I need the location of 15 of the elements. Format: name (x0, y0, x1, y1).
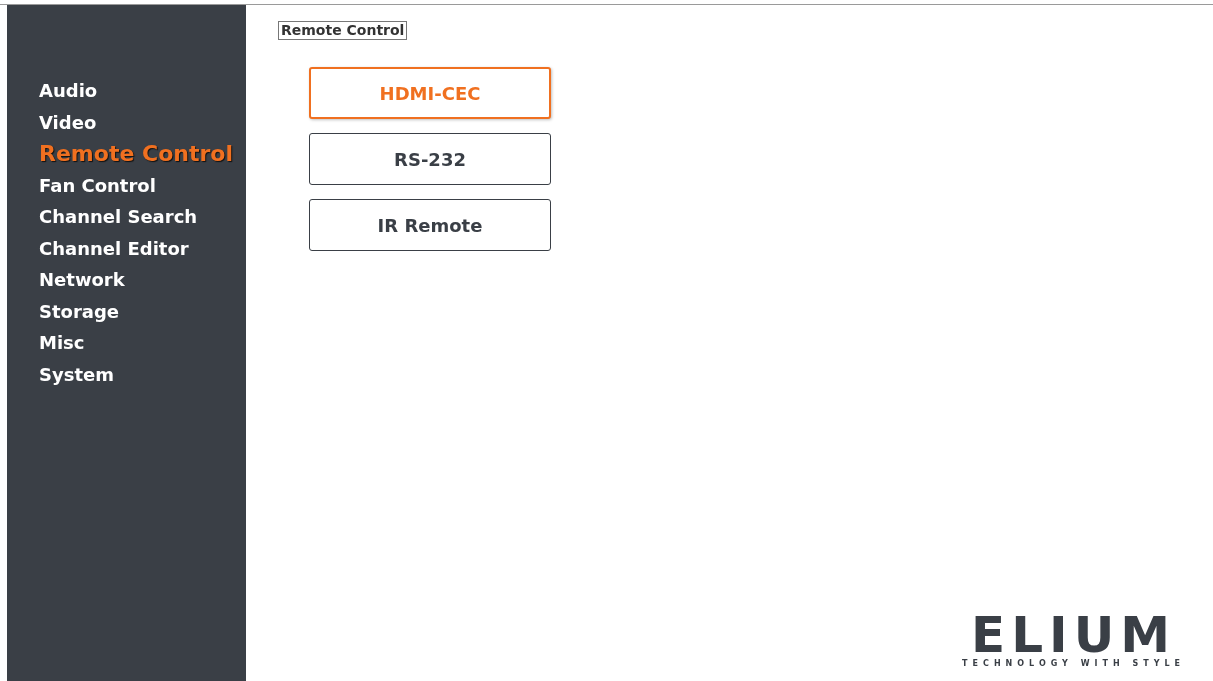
sidebar-item[interactable]: Network (39, 264, 246, 296)
sidebar-item[interactable]: System (39, 358, 246, 390)
sidebar-item[interactable]: Misc (39, 327, 246, 359)
option-button[interactable]: IR Remote (309, 199, 551, 251)
sidebar-item[interactable]: Channel Editor (39, 232, 246, 264)
sidebar-item[interactable]: Remote Control (39, 138, 246, 170)
sidebar-item[interactable]: Audio (39, 75, 246, 107)
sidebar-item[interactable]: Storage (39, 295, 246, 327)
sidebar-item[interactable]: Fan Control (39, 169, 246, 201)
sidebar-item[interactable]: Channel Search (39, 201, 246, 233)
logo-tagline: TECHNOLOGY WITH STYLE (962, 659, 1185, 668)
page-title: Remote Control (278, 21, 408, 40)
option-button[interactable]: RS-232 (309, 133, 551, 185)
logo-wordmark: ELIUM (971, 611, 1177, 659)
sidebar-item[interactable]: Video (39, 106, 246, 138)
